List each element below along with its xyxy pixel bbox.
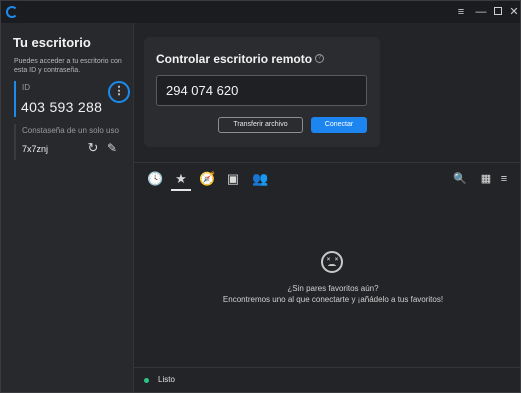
password-value[interactable]: 7x7znj [22, 144, 48, 154]
star-icon[interactable]: ★ [173, 171, 189, 187]
address-book-icon[interactable]: ▣ [225, 171, 241, 187]
password-section: Constaseña de un solo uso 7x7znj ↻ ✎ [14, 124, 127, 160]
sad-face-icon: × × [321, 251, 343, 273]
maximize-icon [494, 7, 502, 15]
compass-icon[interactable]: 🧭 [199, 171, 215, 187]
edit-icon[interactable]: ✎ [105, 141, 119, 155]
remote-control-card: Controlar escritorio remoto ? 294 074 62… [144, 37, 380, 147]
status-bar: Listo [134, 367, 520, 392]
transfer-file-button[interactable]: Transferir archivo [218, 117, 303, 133]
connect-button[interactable]: Conectar [311, 117, 367, 133]
sidebar: Tu escritorio Puedes acceder a tu escrit… [1, 23, 134, 392]
grid-view-icon[interactable]: ▦ [478, 171, 494, 187]
status-indicator-icon [144, 378, 149, 383]
refresh-icon[interactable]: ↻ [86, 141, 100, 155]
empty-favorites-message: Encontremos uno al que conectarte y ¡añá… [222, 295, 444, 304]
history-icon[interactable]: 🕓 [147, 171, 163, 187]
status-text: Listo [158, 375, 175, 384]
sidebar-title: Tu escritorio [13, 35, 91, 50]
peers-divider [134, 162, 520, 163]
close-button[interactable]: ✕ [506, 4, 521, 20]
help-icon[interactable]: ? [315, 54, 324, 63]
empty-favorites-title: ¿Sin pares favoritos aún? [287, 284, 379, 293]
menu-icon[interactable]: ≡ [453, 4, 469, 20]
maximize-button[interactable] [490, 4, 506, 20]
sad-face-eye-icon: × [334, 257, 339, 263]
remote-id-input[interactable]: 294 074 620 [156, 75, 367, 106]
id-label: ID [22, 83, 30, 92]
sad-face-eye-icon: × [326, 257, 331, 263]
sort-icon[interactable]: ≡ [496, 171, 512, 187]
sidebar-description: Puedes acceder a tu escritorio con esta … [14, 58, 122, 74]
active-tab-indicator [171, 189, 191, 191]
group-icon[interactable]: 👥 [252, 171, 268, 187]
id-section: ID 403 593 288 ⋮ [14, 81, 130, 117]
password-label: Constaseña de un solo uso [22, 126, 119, 135]
remote-title: Controlar escritorio remoto [156, 52, 313, 66]
id-more-icon[interactable]: ⋮ [108, 81, 130, 103]
minimize-button[interactable]: — [473, 4, 489, 20]
title-bar: ≡ — ✕ [1, 1, 520, 23]
app-window: ≡ — ✕ Tu escritorio Puedes acceder a tu … [0, 0, 521, 393]
app-logo-icon [6, 6, 18, 18]
sad-face-mouth-icon [328, 264, 336, 268]
peers-tab-bar: 🕓 ★ 🧭 ▣ 👥 🔍 ▦ ≡ [134, 167, 520, 191]
search-icon[interactable]: 🔍 [452, 171, 468, 187]
id-value[interactable]: 403 593 288 [21, 99, 102, 115]
